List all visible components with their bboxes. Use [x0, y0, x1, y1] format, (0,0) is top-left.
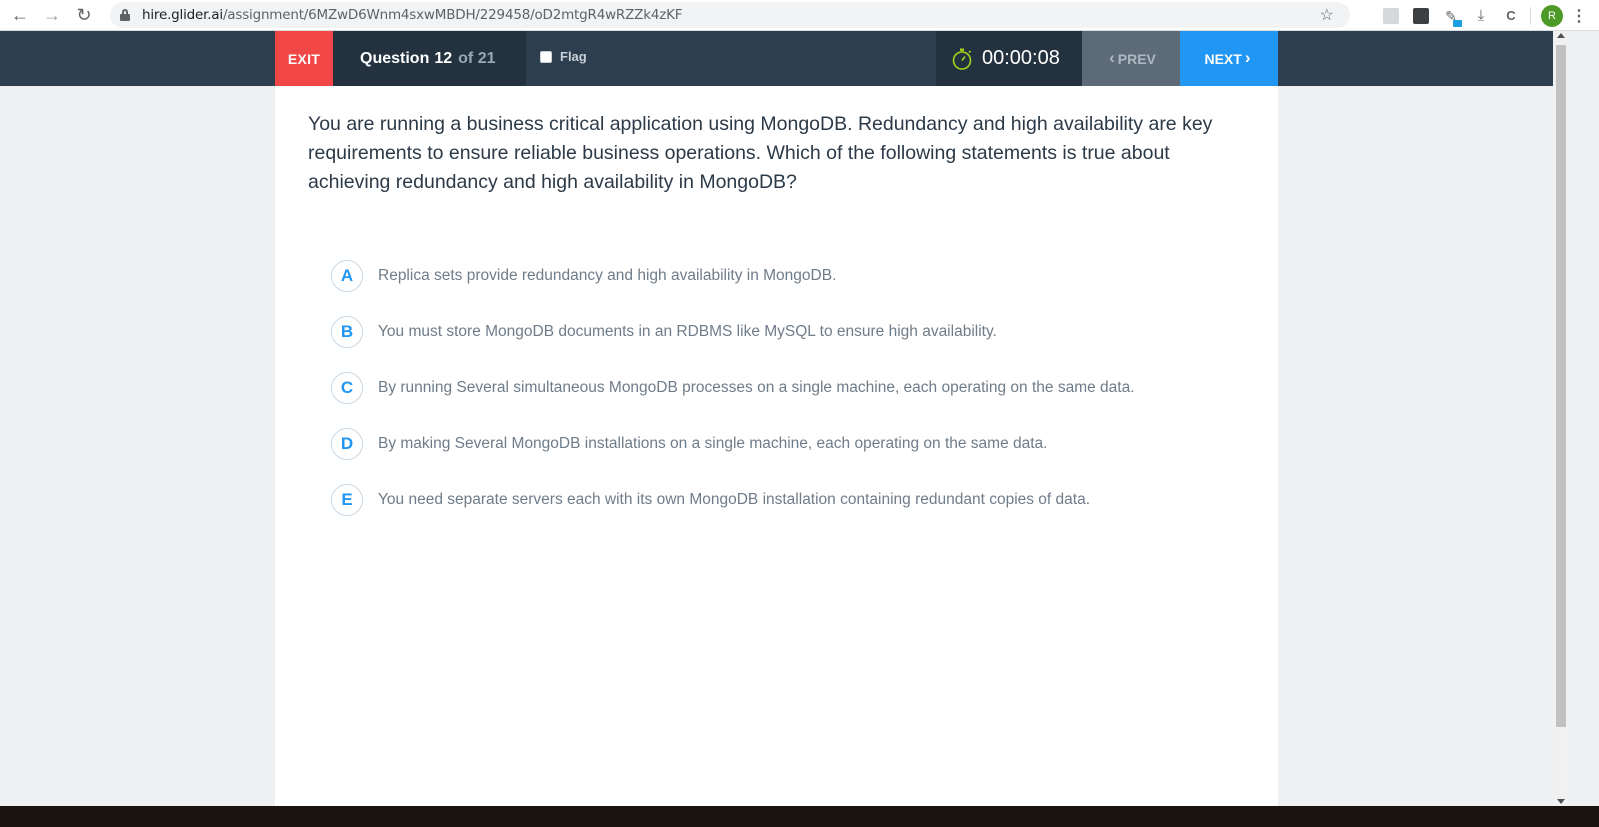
forward-icon[interactable]: → — [40, 3, 64, 27]
taskbar-strip — [0, 806, 1599, 827]
option-text[interactable]: You must store MongoDB documents in an R… — [378, 323, 997, 341]
toolbar-divider — [1530, 6, 1531, 25]
question-label: Question — [360, 49, 430, 67]
option-letter[interactable]: A — [331, 260, 363, 292]
option-letter[interactable]: D — [331, 428, 363, 460]
extension-icon[interactable] — [1383, 7, 1399, 24]
download-icon[interactable]: ⤓ — [1473, 7, 1489, 24]
question-counter: Question 12 of 21 — [333, 31, 526, 86]
exit-button[interactable]: EXIT — [275, 31, 333, 86]
browser-menu-icon[interactable]: ⋮ — [1571, 6, 1587, 26]
assessment-header: EXIT Question 12 of 21 Flag 00:00:08 ‹ P… — [0, 31, 1553, 86]
question-number: 12 — [434, 49, 453, 67]
reload-icon[interactable]: ↻ — [72, 3, 96, 27]
url-path: /assignment/6MZwD6Wnm4sxwMBDH/229458/oD2… — [222, 7, 683, 23]
timer-value: 00:00:08 — [982, 47, 1060, 69]
back-icon[interactable]: ← — [8, 3, 32, 27]
bookmark-star-icon[interactable]: ☆ — [1320, 5, 1334, 25]
address-bar[interactable]: hire.glider.ai/assignment/6MZwD6Wnm4sxwM… — [110, 2, 1350, 28]
question-text: You are running a business critical appl… — [308, 113, 1213, 193]
chevron-right-icon: › — [1244, 47, 1251, 67]
option-letter[interactable]: C — [331, 372, 363, 404]
option-a[interactable]: A Replica sets provide redundancy and hi… — [331, 248, 1251, 304]
option-letter[interactable]: B — [331, 316, 363, 348]
option-text[interactable]: You need separate servers each with its … — [378, 491, 1090, 509]
page-scrollbar[interactable] — [1553, 31, 1569, 806]
timer: 00:00:08 — [936, 31, 1082, 86]
question-total: of 21 — [458, 49, 496, 67]
flag-checkbox[interactable] — [540, 50, 552, 63]
scroll-down-arrow-icon[interactable] — [1557, 799, 1565, 804]
option-text[interactable]: By making Several MongoDB installations … — [378, 435, 1047, 453]
next-button[interactable]: NEXT › — [1180, 31, 1278, 86]
eyedropper-extension-icon[interactable]: ✎ — [1443, 8, 1462, 27]
extension-ci-icon[interactable]: C — [1503, 8, 1519, 24]
option-c[interactable]: C By running Several simultaneous MongoD… — [331, 360, 1251, 416]
option-text[interactable]: By running Several simultaneous MongoDB … — [378, 379, 1135, 397]
prev-button[interactable]: ‹ PREV — [1082, 31, 1180, 86]
flag-label: Flag — [560, 49, 587, 64]
url-text: hire.glider.ai/assignment/6MZwD6Wnm4sxwM… — [142, 7, 683, 23]
extensions-area: ✎ ⤓ C R ⋮ — [1376, 0, 1599, 31]
stopwatch-icon — [952, 48, 972, 70]
option-letter[interactable]: E — [331, 484, 363, 516]
next-label: NEXT — [1204, 50, 1242, 67]
profile-avatar[interactable]: R — [1541, 4, 1563, 27]
chevron-left-icon: ‹ — [1109, 47, 1115, 67]
option-d[interactable]: D By making Several MongoDB installation… — [331, 416, 1251, 472]
url-host: hire.glider.ai — [142, 7, 223, 23]
option-b[interactable]: B You must store MongoDB documents in an… — [331, 304, 1251, 360]
question-panel: You are running a business critical appl… — [275, 86, 1278, 806]
answer-options: A Replica sets provide redundancy and hi… — [331, 248, 1251, 528]
scroll-thumb[interactable] — [1556, 45, 1566, 727]
option-text[interactable]: Replica sets provide redundancy and high… — [378, 267, 836, 285]
prev-label: PREV — [1117, 50, 1156, 67]
extension-dots-icon[interactable] — [1413, 7, 1429, 24]
flag-toggle[interactable]: Flag — [540, 49, 587, 64]
option-e[interactable]: E You need separate servers each with it… — [331, 472, 1251, 528]
lock-icon — [120, 9, 130, 21]
scroll-up-arrow-icon[interactable] — [1557, 33, 1565, 38]
browser-toolbar: ← → ↻ hire.glider.ai/assignment/6MZwD6Wn… — [0, 0, 1599, 31]
